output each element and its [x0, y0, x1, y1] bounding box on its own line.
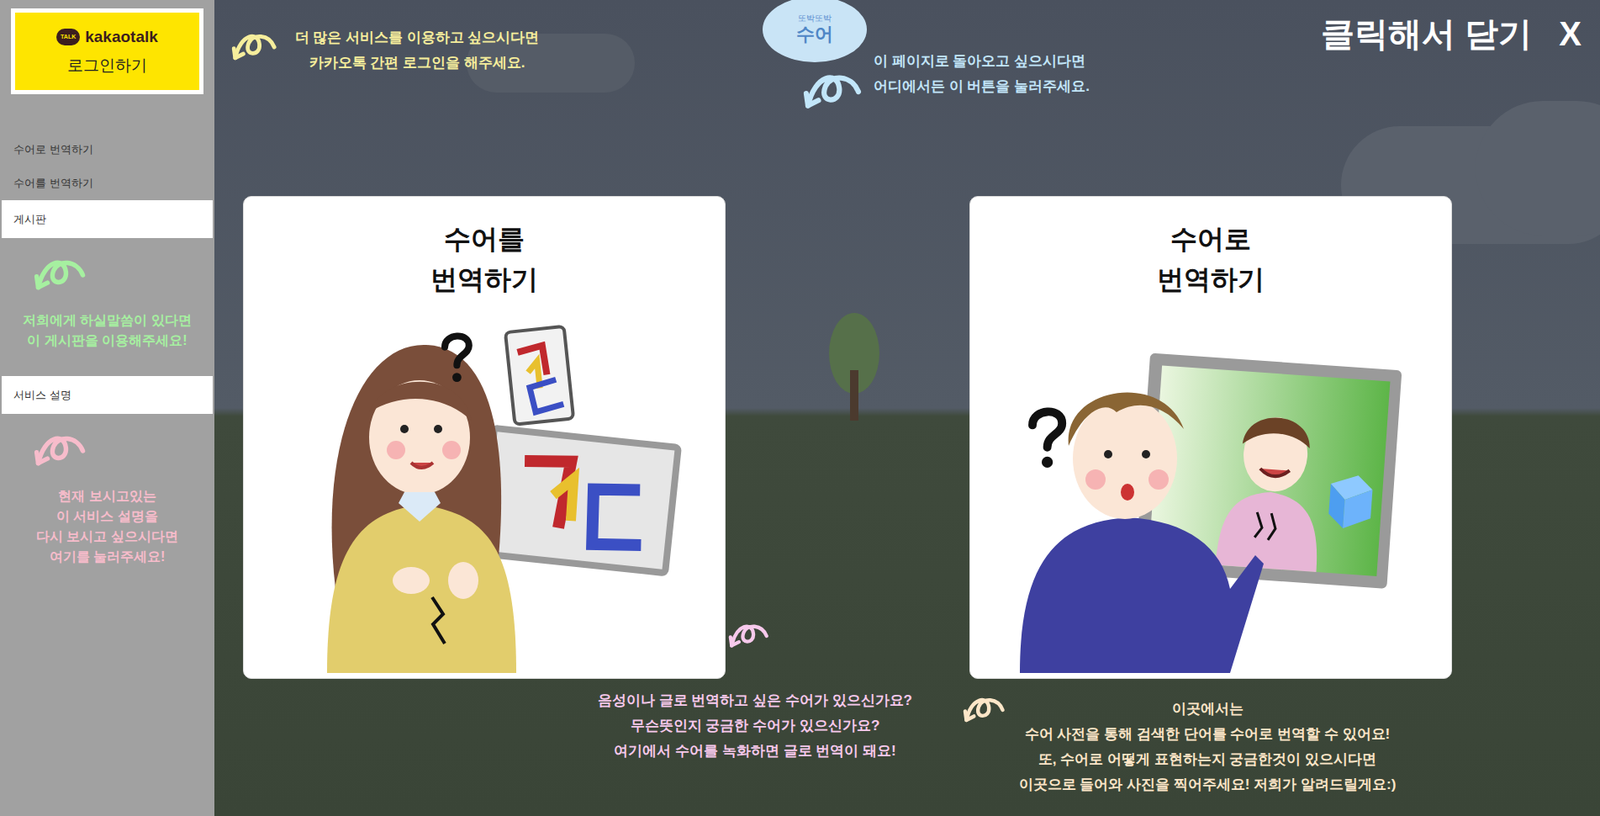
tip-line: 현재 보시고있는 [58, 485, 156, 507]
tip-line: 이 게시판을 이용해주세요! [26, 330, 187, 351]
tip-text: 이 페이지로 돌아오고 싶으시다면어디에서든 이 버튼을 눌러주세요. [873, 48, 1152, 100]
sidebar: TALKkakaotalk로그인하기수어로 번역하기수어를 번역하기게시판저희에… [0, 0, 215, 816]
tip-line: 카카오톡 간편 로그인을 해주세요. [286, 50, 548, 76]
kakao-login-button[interactable]: TALKkakaotalk 로그인하기 [10, 8, 204, 95]
tip-text: 더 많은 서비스를 이용하고 싶으시다면카카오톡 간편 로그인을 해주세요. [286, 25, 548, 76]
tip-line: 음성이나 글로 번역하고 싶은 수어가 있으신가요? [570, 687, 940, 713]
sidebar-item[interactable]: 게시판 [1, 200, 213, 238]
squiggle-arrow-icon [33, 422, 88, 480]
sidebar-tip: 저희에게 하실말씀이 있다면이 게시판을 이용해주세요! [0, 237, 215, 351]
logo[interactable]: 또박또박수어 [762, 0, 867, 63]
sidebar-menu: 수어로 번역하기수어를 번역하기게시판저희에게 하실말씀이 있다면이 게시판을 … [0, 132, 215, 592]
man-tablet-illustration [969, 311, 1453, 673]
tip-line: 여기에서 수어를 녹화하면 글로 번역이 돼요! [570, 738, 940, 764]
kakao-brand: kakaotalk [84, 25, 159, 50]
tip-line: 어디에서든 이 버튼을 눌러주세요. [873, 73, 1152, 100]
tip-line: 수어 사전을 통해 검색한 단어를 수어로 번역할 수 있어요! [967, 721, 1447, 747]
tip-line: 저희에게 하실말씀이 있다면 [22, 310, 192, 331]
main-overlay: 또박또박수어 클릭해서 닫기 X 더 많은 서비스를 이용하고 싶으시다면카카오톡 간… [214, 0, 1600, 816]
squiggle-arrow-icon [728, 608, 771, 663]
tip-line: 또, 수어로 어떻게 표현하는지 궁금한것이 있으시다면 [967, 746, 1447, 772]
squiggle-arrow-icon [962, 682, 1007, 737]
feature-card[interactable]: 수어로번역하기 [969, 195, 1453, 679]
tip-line: 다시 보시고 싶으시다면 [36, 526, 179, 547]
app: TALKkakaotalk로그인하기수어로 번역하기수어를 번역하기게시판저희에… [0, 0, 1600, 816]
login-label: 로그인하기 [67, 53, 148, 79]
cloud-decoration [1475, 100, 1600, 236]
sidebar-tip: 현재 보시고있는이 서비스 설명을다시 보시고 싶으시다면여기를 눌러주세요! [0, 413, 215, 567]
sidebar-item[interactable]: 수어로 번역하기 [0, 132, 215, 167]
close-x-icon: X [1558, 11, 1582, 56]
squiggle-arrow-icon [33, 246, 88, 304]
tip-line: 이곳으로 들어와 사진을 찍어주세요! 저희가 알려드릴게요:) [967, 771, 1447, 798]
close-label: 클릭해서 닫기 [1320, 11, 1532, 56]
tip-line: 이 서비스 설명을 [56, 506, 159, 527]
card-title: 수어로번역하기 [1156, 196, 1265, 300]
tip-line: 더 많은 서비스를 이용하고 싶으시다면 [286, 25, 548, 51]
tip-text: 음성이나 글로 번역하고 싶은 수어가 있으신가요?무슨뜻인지 궁금한 수어가 … [570, 687, 940, 764]
tree-icon [824, 311, 884, 421]
tip-line: 이곳에서는 [967, 696, 1447, 722]
sidebar-item[interactable]: 서비스 설명 [1, 375, 213, 414]
feature-card[interactable]: 수어를번역하기 [242, 195, 726, 679]
squiggle-arrow-icon [224, 26, 286, 68]
kakao-talk-icon: TALK [56, 28, 80, 46]
card-row: 수어를번역하기 수어로번역하기 [214, 0, 1600, 679]
card-title: 수어를번역하기 [430, 196, 539, 300]
close-button[interactable]: 클릭해서 닫기 X [1320, 11, 1582, 56]
sidebar-item[interactable]: 수어를 번역하기 [0, 166, 215, 201]
tip-text: 이곳에서는수어 사전을 통해 검색한 단어를 수어로 번역할 수 있어요!또, … [967, 696, 1447, 798]
woman-signing-illustration [242, 311, 726, 673]
tip-line: 이 페이지로 돌아오고 싶으시다면 [873, 48, 1152, 74]
tip-line: 무슨뜻인지 궁금한 수어가 있으신가요? [570, 712, 940, 739]
squiggle-arrow-icon [799, 65, 867, 118]
tip-line: 여기를 눌러주세요! [49, 546, 166, 567]
